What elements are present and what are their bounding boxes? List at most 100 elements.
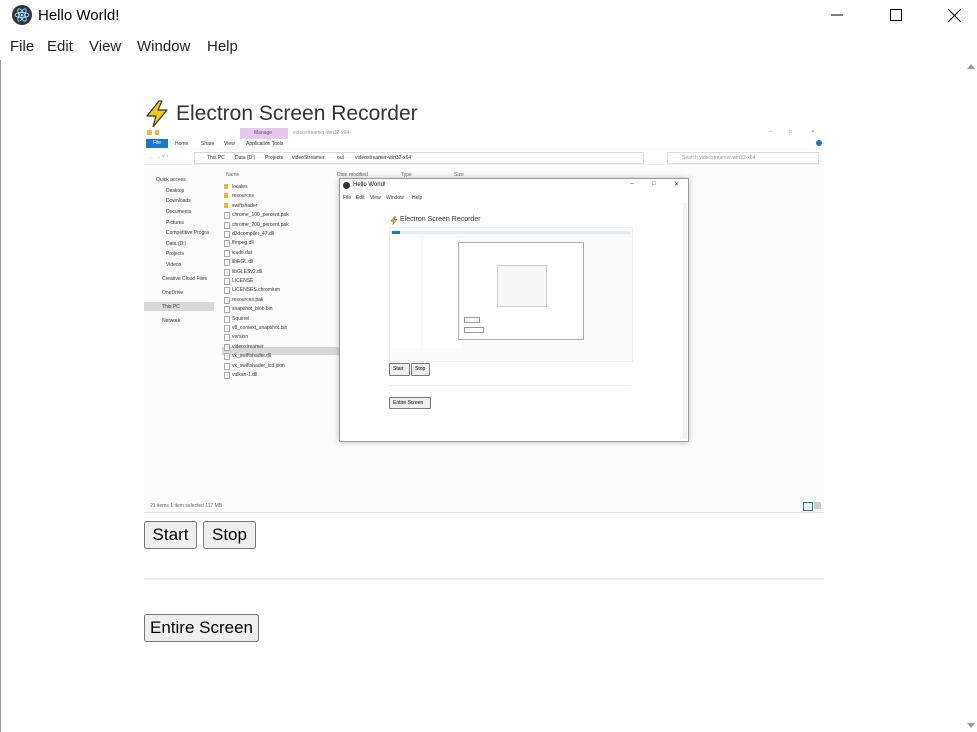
explorer-title-row: Manage videostreamer-win32-x64 ─ □ ✕ <box>144 127 824 139</box>
nav-item: Pictures <box>166 220 185 226</box>
file-name: locales <box>232 184 248 190</box>
nested-menu-item: Window <box>386 195 404 201</box>
maximize-button[interactable] <box>873 0 919 30</box>
entire-screen-button[interactable]: Entire Screen <box>144 614 259 642</box>
address-segment: This PC <box>207 155 225 161</box>
file-icon <box>224 306 230 314</box>
explorer-address-row: ← → ˅ ↑ This PC Data (D:) Projects video… <box>144 150 824 165</box>
menu-help[interactable]: Help <box>207 38 238 55</box>
nested-minimize-icon: ─ <box>630 181 635 187</box>
window-left-edge <box>0 60 6 732</box>
address-segment: Data (D:) <box>235 155 256 161</box>
start-button[interactable]: Start <box>144 521 197 549</box>
file-icon <box>224 212 230 220</box>
file-icon <box>224 278 230 285</box>
nav-item: Data (D:) <box>166 241 187 247</box>
address-segment: videostreamer-win32-x64 <box>355 155 412 161</box>
file-icon <box>224 372 230 379</box>
nested-lightning-bolt-icon <box>390 216 398 225</box>
details-view-icon <box>803 502 813 511</box>
minimize-icon <box>831 14 843 16</box>
nav-item: Quick access <box>156 177 186 183</box>
nav-item: Desktop <box>166 188 185 194</box>
close-icon <box>947 8 961 22</box>
file-name: vk_swiftshader.dll <box>232 353 272 360</box>
file-name: snapshot_blob.bin <box>232 306 273 313</box>
file-icon <box>224 231 230 238</box>
file-icon <box>224 240 230 248</box>
manage-tab: Manage <box>240 128 288 139</box>
nested-window-title: Hello World! <box>353 182 386 188</box>
file-name: libEGL.dll <box>232 259 254 266</box>
nested-app-window: Hello World! ─ □ ✕ File Edit View Window… <box>339 178 689 442</box>
address-bar: This PC Data (D:) Projects videoStreamer… <box>194 152 644 164</box>
nav-arrows-icon: ← → ˅ ↑ <box>149 154 169 160</box>
file-name: chrome_200_percent.pak <box>232 221 289 228</box>
file-name: resources <box>232 193 254 200</box>
ribbon-tab-share: Share <box>201 141 215 147</box>
file-name: icudtl.dat <box>232 249 253 256</box>
ribbon-tab-home: Home <box>175 141 189 147</box>
nested-menu-item: Edit <box>356 195 365 201</box>
column-header-name: Name <box>226 172 240 178</box>
menu-window[interactable]: Window <box>137 38 190 55</box>
nested-stop-label: Stop <box>415 366 426 372</box>
nested-video-preview <box>389 227 633 362</box>
file-name: v8_context_snapshot.bin <box>232 325 288 331</box>
nested-entire-screen-label: Entire Screen <box>393 400 424 406</box>
nav-item: OneDrive <box>162 290 184 296</box>
folder-icon <box>224 193 228 199</box>
nested-electron-icon <box>343 182 350 189</box>
nested-menu-item: View <box>370 195 381 201</box>
explorer-search-placeholder: Search videostreamer-win32-x64 <box>682 155 756 161</box>
file-name: vk_swiftshader_icd.json <box>232 362 285 369</box>
nav-item: Documents <box>166 209 192 215</box>
menu-edit[interactable]: Edit <box>47 38 73 55</box>
page-heading-text: Electron Screen Recorder <box>176 102 418 125</box>
stop-button[interactable]: Stop <box>203 521 256 549</box>
nav-item: This PC <box>162 304 180 310</box>
nested-inner-window <box>458 242 584 340</box>
file-name: vulkan-1.dll <box>232 372 258 378</box>
vertical-scrollbar[interactable] <box>964 60 977 732</box>
scroll-down-arrow-icon[interactable] <box>967 723 975 728</box>
nav-item: Creative Cloud Files <box>162 276 208 282</box>
file-icon <box>224 259 230 267</box>
file-icon <box>224 249 230 257</box>
nested-close-icon: ✕ <box>674 182 680 188</box>
page-heading: Electron Screen Recorder <box>144 100 418 128</box>
nested-divider <box>389 385 631 386</box>
window-title: Hello World! <box>38 7 120 24</box>
folder-icon <box>155 130 159 135</box>
address-segment: out <box>337 155 344 161</box>
scroll-up-arrow-icon[interactable] <box>967 64 975 69</box>
manage-tab-label: Manage <box>254 130 273 136</box>
video-preview: Manage videostreamer-win32-x64 ─ □ ✕ Fil… <box>144 127 824 513</box>
folder-icon <box>224 184 228 189</box>
nav-item: Videos <box>166 262 182 268</box>
file-name: videostreamer <box>232 343 264 350</box>
nested-maximize-icon: □ <box>652 181 656 187</box>
file-icon <box>224 268 230 276</box>
nested-menu-item: Help <box>412 195 423 201</box>
file-icon <box>224 334 230 342</box>
minimize-button[interactable] <box>814 0 860 30</box>
divider <box>144 578 824 580</box>
menu-view[interactable]: View <box>89 38 121 55</box>
title-bar: Hello World! <box>0 0 977 32</box>
file-name: chrome_100_percent.pak <box>232 212 289 219</box>
menu-file[interactable]: File <box>10 38 34 55</box>
tiles-view-icon <box>814 502 821 509</box>
close-button[interactable] <box>931 0 977 30</box>
ribbon-tab-application-tools: Application Tools <box>246 141 284 147</box>
file-name: Squirrel <box>232 315 250 322</box>
explorer-status-bar: 21 items 1 item selected 117 MB <box>150 503 223 509</box>
ribbon-file-tab: File <box>146 139 168 148</box>
explorer-minimize-icon: ─ <box>769 129 773 135</box>
maximize-icon <box>890 9 902 21</box>
file-name: ffmpeg.dll <box>232 240 254 247</box>
nested-heading: Electron Screen Recorder <box>400 216 481 223</box>
nested-start-button: Start <box>389 363 410 376</box>
file-name: d3dcompiler_47.dll <box>232 231 274 237</box>
nested-stop-button: Stop <box>411 363 430 376</box>
